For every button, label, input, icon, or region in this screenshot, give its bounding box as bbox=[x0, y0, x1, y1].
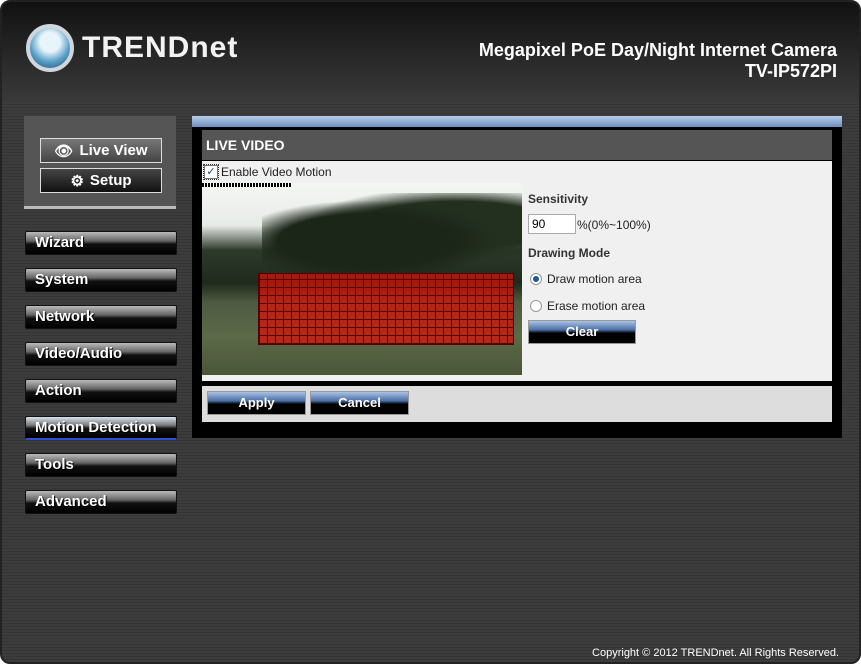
draw-motion-label: Draw motion area bbox=[547, 272, 642, 286]
section-title: LIVE VIDEO bbox=[202, 130, 832, 160]
draw-motion-radio[interactable]: Draw motion area bbox=[530, 272, 642, 286]
erase-motion-radio[interactable]: Erase motion area bbox=[530, 299, 645, 313]
live-view-label: Live View bbox=[79, 142, 148, 159]
sensitivity-range: %(0%~100%) bbox=[577, 218, 651, 232]
erase-motion-label: Erase motion area bbox=[547, 299, 646, 313]
logo-icon bbox=[26, 24, 74, 72]
cancel-button[interactable]: Cancel bbox=[310, 391, 409, 415]
nav-action[interactable]: Action bbox=[25, 379, 177, 403]
model-name: TV-IP572PI bbox=[744, 61, 837, 81]
product-info: Megapixel PoE Day/Night Internet Camera … bbox=[479, 40, 837, 82]
action-bar: Apply Cancel bbox=[202, 386, 832, 422]
product-title: Megapixel PoE Day/Night Internet Camera bbox=[478, 40, 837, 60]
apply-button[interactable]: Apply bbox=[207, 391, 306, 415]
nav-advanced[interactable]: Advanced bbox=[25, 490, 177, 514]
copyright: Copyright © 2012 TRENDnet. All Rights Re… bbox=[592, 647, 839, 659]
mode-panel: 👁 Live View ⚙ Setup bbox=[24, 116, 176, 209]
nav-wizard[interactable]: Wizard bbox=[25, 231, 177, 255]
sensitivity-input[interactable] bbox=[528, 214, 576, 234]
live-view-button[interactable]: 👁 Live View bbox=[40, 138, 162, 163]
live-video-canvas[interactable] bbox=[202, 183, 522, 375]
enable-video-motion[interactable]: ✓ Enable Video Motion bbox=[203, 164, 332, 180]
main-panel: LIVE VIDEO ✓ Enable Video Motion Sensiti… bbox=[192, 127, 842, 438]
eye-icon: 👁 bbox=[54, 142, 74, 160]
motion-content: ✓ Enable Video Motion Sensitivity %(0%~1… bbox=[202, 161, 832, 381]
trendnet-logo: TRENDnet bbox=[26, 24, 238, 72]
radio-selected-icon[interactable] bbox=[530, 273, 542, 285]
nav-video-audio[interactable]: Video/Audio bbox=[25, 342, 177, 366]
radio-icon[interactable] bbox=[530, 300, 542, 312]
nav-tools[interactable]: Tools bbox=[25, 453, 177, 477]
nav-system[interactable]: System bbox=[25, 268, 177, 292]
gear-icon: ⚙ bbox=[70, 172, 84, 190]
nav-motion-detection[interactable]: Motion Detection bbox=[25, 416, 177, 440]
panel-top-bar bbox=[192, 116, 842, 127]
video-timestamp-overlay bbox=[202, 183, 292, 187]
drawing-mode-label: Drawing Mode bbox=[528, 246, 611, 260]
motion-area-grid[interactable] bbox=[258, 273, 514, 345]
header: TRENDnet Megapixel PoE Day/Night Interne… bbox=[2, 2, 859, 102]
enable-label: Enable Video Motion bbox=[221, 165, 332, 179]
setup-label: Setup bbox=[89, 172, 132, 189]
video-scenery bbox=[262, 193, 522, 273]
nav-network[interactable]: Network bbox=[25, 305, 177, 329]
sensitivity-label: Sensitivity bbox=[528, 192, 589, 206]
setup-button[interactable]: ⚙ Setup bbox=[40, 168, 162, 193]
enable-checkbox[interactable]: ✓ bbox=[203, 164, 219, 180]
clear-button[interactable]: Clear bbox=[528, 320, 636, 344]
page: TRENDnet Megapixel PoE Day/Night Interne… bbox=[0, 0, 861, 664]
brand-name: TRENDnet bbox=[82, 31, 239, 64]
